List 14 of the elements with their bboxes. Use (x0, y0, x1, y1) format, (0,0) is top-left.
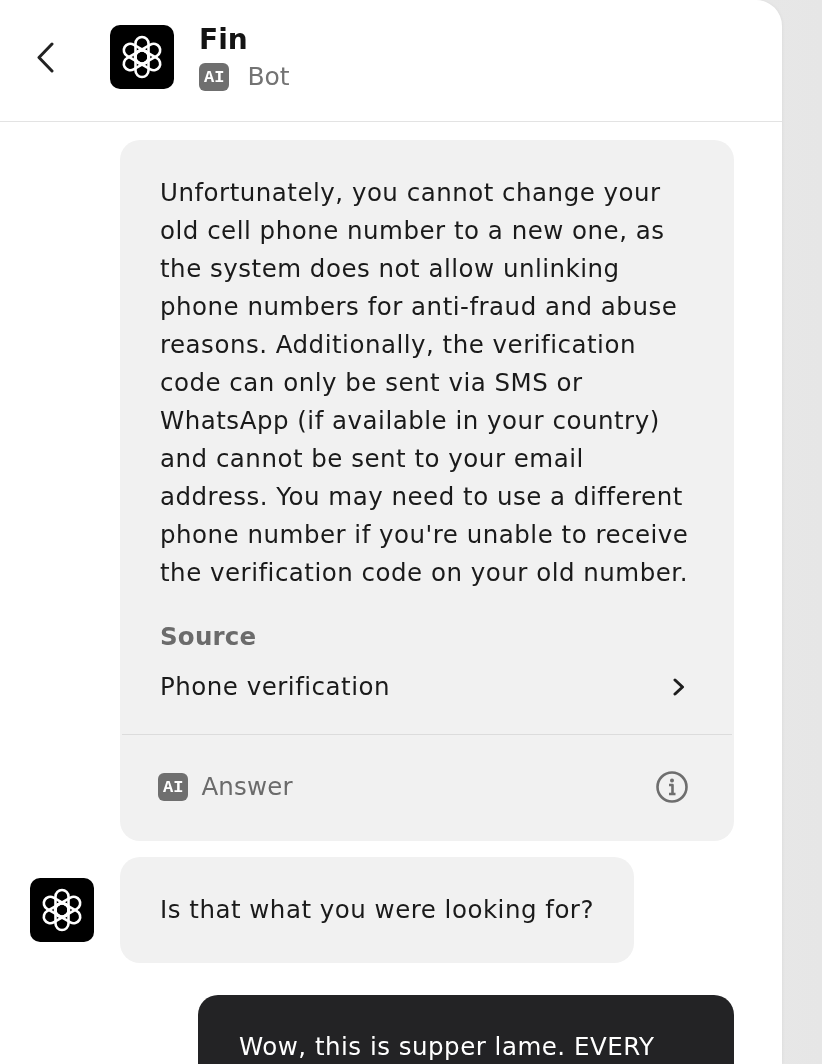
chevron-left-icon (35, 41, 55, 73)
message-text: Wow, this is supper lame. EVERY (238, 1031, 656, 1063)
logo-icon (110, 25, 174, 89)
source-heading: Source (160, 621, 258, 653)
message-text: Unfortunately, you cannot change your old cell phone number to a new one, as the system does not allow unlinking phone numbers for anti-fraud and abuse reasons. Additionally, the verification code can only be sent via SMS or WhatsApp (if available in your country) and cannot be sent to your email address. You may need to use a different phone number if you're unable to receive the verification code on your old number. (159, 177, 690, 589)
bot-role-label: Bot (247, 62, 290, 92)
chevron-right-icon (672, 678, 686, 696)
message-text: Is that what you were looking for? (159, 894, 595, 926)
ai-badge: AI (199, 63, 230, 91)
ai-badge: AI (158, 773, 189, 801)
answer-label: Answer (201, 771, 293, 803)
source-link[interactable]: Phone verification (160, 668, 694, 706)
info-icon[interactable] (656, 771, 688, 803)
bot-name: Fin (199, 22, 249, 58)
